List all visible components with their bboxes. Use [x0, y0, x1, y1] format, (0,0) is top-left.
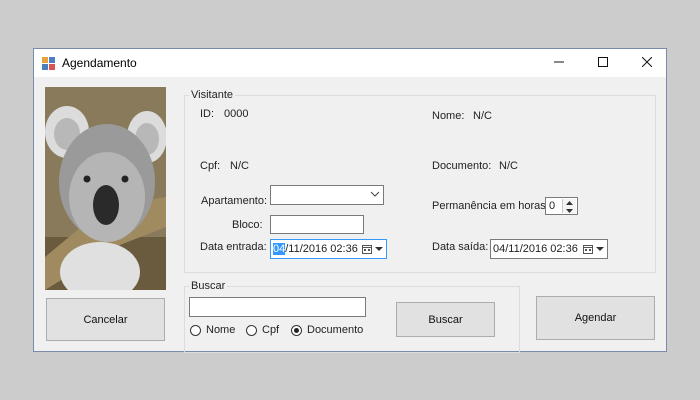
minimize-icon	[554, 57, 564, 70]
app-grid-icon	[42, 57, 55, 70]
close-button[interactable]	[626, 49, 668, 77]
data-saida-label: Data saída:	[432, 241, 489, 253]
data-entrada-rest: /11/2016 02:36	[285, 243, 358, 255]
buscar-button[interactable]: Buscar	[396, 302, 495, 337]
bloco-label: Bloco:	[232, 219, 263, 231]
data-entrada-day-selected: 04	[273, 243, 286, 255]
dropdown-arrow-icon	[596, 244, 604, 256]
data-entrada-label: Data entrada:	[200, 241, 267, 253]
minimize-button[interactable]	[538, 49, 580, 77]
radio-cpf[interactable]: Cpf	[246, 324, 279, 336]
title-bar[interactable]: Agendamento	[34, 49, 666, 77]
radio-nome[interactable]: Nome	[190, 324, 235, 336]
id-label: ID:	[200, 108, 215, 120]
nome-label: Nome:	[432, 110, 465, 122]
permanencia-label: Permanência em horas:	[432, 200, 549, 212]
permanencia-value: 0	[549, 200, 556, 212]
cpf-label: Cpf:	[200, 160, 221, 172]
data-saida-picker[interactable]: 04/11/2016 02:36	[490, 239, 608, 259]
maximize-icon	[598, 56, 608, 70]
documento-label: Documento:	[432, 160, 492, 172]
apartamento-label: Apartamento:	[201, 195, 268, 207]
radio-documento-label: Documento	[307, 324, 364, 336]
radio-nome-label: Nome	[206, 324, 236, 336]
nome-value: N/C	[473, 110, 492, 122]
spinner-up-icon[interactable]	[563, 199, 576, 207]
data-entrada-picker[interactable]: 04/11/2016 02:36	[270, 239, 387, 259]
id-value: 0000	[224, 108, 249, 120]
data-saida-value: 04/11/2016 02:36	[493, 243, 578, 255]
close-icon	[641, 56, 653, 70]
calendar-icon	[362, 244, 372, 257]
chevron-down-icon	[370, 189, 380, 202]
radio-documento-circle	[291, 324, 302, 336]
spinner-down-icon[interactable]	[563, 207, 576, 215]
permanencia-spinner[interactable]: 0	[545, 197, 578, 215]
documento-value: N/C	[499, 160, 518, 172]
bloco-input[interactable]	[270, 215, 364, 234]
apartamento-combobox[interactable]	[270, 185, 384, 205]
radio-documento[interactable]: Documento	[291, 324, 363, 336]
maximize-button[interactable]	[582, 49, 624, 77]
visitor-photo	[45, 87, 166, 290]
radio-cpf-circle	[246, 324, 257, 336]
dropdown-arrow-icon	[375, 244, 383, 256]
schedule-button[interactable]: Agendar	[536, 296, 655, 340]
visitante-legend: Visitante	[189, 89, 235, 101]
radio-nome-circle	[190, 324, 201, 336]
cpf-value: N/C	[230, 160, 249, 172]
radio-cpf-label: Cpf	[262, 324, 280, 336]
buscar-input[interactable]	[189, 297, 366, 317]
buscar-legend: Buscar	[189, 280, 228, 292]
cancel-button[interactable]: Cancelar	[46, 298, 165, 341]
calendar-icon	[583, 244, 593, 257]
window-title: Agendamento	[62, 56, 137, 70]
agendamento-window: Agendamento Visitante ID: 0000 Nome: N/C…	[33, 48, 667, 353]
